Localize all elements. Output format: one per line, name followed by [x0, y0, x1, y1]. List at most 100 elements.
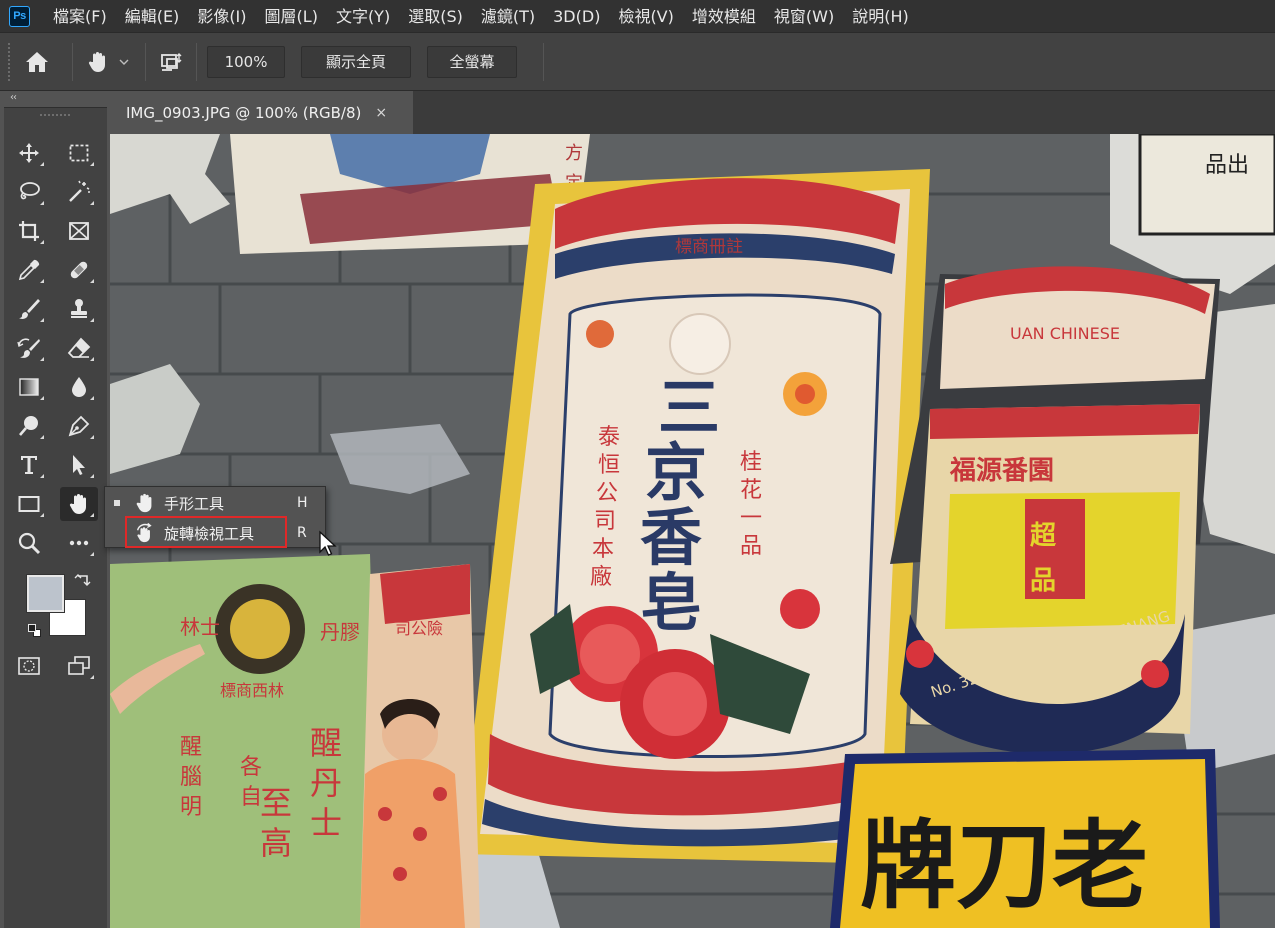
svg-text:自: 自 [240, 785, 262, 810]
lasso-tool[interactable] [10, 175, 48, 209]
menu-select[interactable]: 選取(S) [399, 0, 472, 33]
bandage-icon [70, 261, 88, 279]
frame-icon [69, 222, 89, 240]
close-icon[interactable]: × [375, 105, 387, 121]
toolbar-panel [0, 107, 107, 928]
hand-tool-flyout-menu: 手形工具 H 旋轉檢視工具 R [104, 486, 326, 548]
svg-text:方: 方 [565, 143, 583, 164]
blur-tool[interactable] [60, 370, 98, 404]
history-brush-tool[interactable] [10, 331, 48, 365]
clone-stamp-tool[interactable] [60, 292, 98, 326]
svg-text:公: 公 [596, 481, 618, 506]
svg-text:本: 本 [592, 537, 614, 562]
svg-text:各: 各 [240, 755, 262, 780]
lasso-icon [20, 182, 40, 200]
frame-tool[interactable] [60, 214, 98, 248]
separator [145, 42, 146, 81]
brush-tool[interactable] [10, 292, 48, 326]
hand-icon [136, 493, 152, 513]
eyedropper-icon [18, 259, 40, 281]
rectangle-icon [18, 496, 40, 512]
svg-text:福源番園: 福源番園 [949, 456, 1054, 486]
menu-file[interactable]: 檔案(F) [44, 0, 116, 33]
highlight-annotation-box [125, 516, 287, 548]
pen-tool[interactable] [60, 409, 98, 443]
menu-bar: Ps 檔案(F) 編輯(E) 影像(I) 圖層(L) 文字(Y) 選取(S) 濾… [0, 0, 1275, 33]
svg-text:高: 高 [260, 824, 292, 862]
tool-preset-dropdown[interactable] [113, 58, 135, 66]
pen-icon [68, 415, 90, 437]
svg-text:品: 品 [740, 534, 762, 559]
active-tool-marker [114, 500, 120, 506]
dodge-tool[interactable] [10, 409, 48, 443]
menu-plugins[interactable]: 增效模組 [683, 0, 765, 33]
screen-mode-button[interactable] [60, 649, 98, 683]
scroll-all-windows-button[interactable] [156, 50, 186, 74]
svg-text:泰: 泰 [598, 425, 620, 450]
collapse-panel-icon[interactable]: ‹‹ [10, 92, 17, 103]
toolbar-grip[interactable] [40, 114, 70, 118]
svg-text:林士: 林士 [180, 615, 220, 639]
history-brush-icon [17, 338, 40, 358]
fill-screen-button[interactable]: 全螢幕 [427, 45, 517, 78]
svg-text:京: 京 [645, 436, 707, 509]
menu-help[interactable]: 說明(H) [843, 0, 918, 33]
svg-text:品出: 品出 [1205, 153, 1249, 178]
eraser-icon [67, 337, 91, 358]
quick-mask-button[interactable] [10, 649, 48, 683]
svg-text:一: 一 [740, 506, 762, 531]
move-tool[interactable] [10, 136, 48, 170]
default-colors-icon[interactable] [28, 624, 42, 638]
edit-toolbar-button[interactable] [60, 526, 98, 560]
zoom-100-button[interactable]: 100% [207, 45, 285, 78]
hand-icon [88, 51, 105, 72]
eraser-tool[interactable] [60, 331, 98, 365]
magnifier-icon [18, 532, 41, 555]
svg-text:司公險: 司公險 [395, 619, 443, 638]
arrow-pointer-icon [73, 455, 85, 475]
svg-text:三: 三 [658, 371, 720, 444]
menu-edit[interactable]: 編輯(E) [116, 0, 189, 33]
separator [543, 42, 544, 81]
menu-layer[interactable]: 圖層(L) [256, 0, 327, 33]
menu-filter[interactable]: 濾鏡(T) [472, 0, 544, 33]
zoom-tool[interactable] [10, 526, 48, 560]
rectangle-tool[interactable] [10, 487, 48, 521]
marquee-tool[interactable] [60, 136, 98, 170]
type-tool[interactable] [10, 448, 48, 482]
foreground-color-swatch[interactable] [26, 574, 65, 613]
gradient-icon [19, 378, 39, 396]
path-selection-tool[interactable] [60, 448, 98, 482]
hand-tool[interactable] [60, 487, 98, 521]
magic-wand-tool[interactable] [60, 175, 98, 209]
menu-type[interactable]: 文字(Y) [327, 0, 399, 33]
healing-brush-tool[interactable] [60, 253, 98, 287]
fit-screen-button[interactable]: 顯示全頁 [301, 45, 411, 78]
swap-colors-icon[interactable] [74, 572, 92, 590]
home-button[interactable] [12, 50, 62, 74]
menu-view[interactable]: 檢視(V) [609, 0, 682, 33]
flyout-item-hand-tool[interactable]: 手形工具 H [105, 488, 325, 518]
stamp-icon [71, 299, 87, 318]
svg-text:UAN CHINESE: UAN CHINESE [1010, 324, 1120, 343]
crop-tool[interactable] [10, 214, 48, 248]
document-tab-strip: IMG_0903.JPG @ 100% (RGB/8) × [110, 91, 1275, 134]
rectangular-marquee-icon [69, 144, 89, 162]
menu-window[interactable]: 視窗(W) [765, 0, 843, 33]
hand-icon [69, 494, 86, 514]
move-icon [19, 143, 39, 163]
svg-text:香: 香 [640, 501, 702, 574]
dodge-icon [19, 416, 38, 436]
svg-text:恒: 恒 [598, 453, 620, 478]
document-tab[interactable]: IMG_0903.JPG @ 100% (RGB/8) × [110, 91, 413, 134]
menu-3d[interactable]: 3D(D) [544, 0, 609, 33]
toolbar [4, 107, 107, 928]
crop-icon [19, 221, 39, 241]
svg-text:丹膠: 丹膠 [320, 620, 360, 644]
eyedropper-tool[interactable] [10, 253, 48, 287]
svg-text:超: 超 [1030, 521, 1057, 551]
menu-image[interactable]: 影像(I) [188, 0, 255, 33]
gradient-tool[interactable] [10, 370, 48, 404]
hand-tool-preset-button[interactable] [83, 50, 113, 74]
svg-text:品: 品 [1030, 566, 1056, 596]
